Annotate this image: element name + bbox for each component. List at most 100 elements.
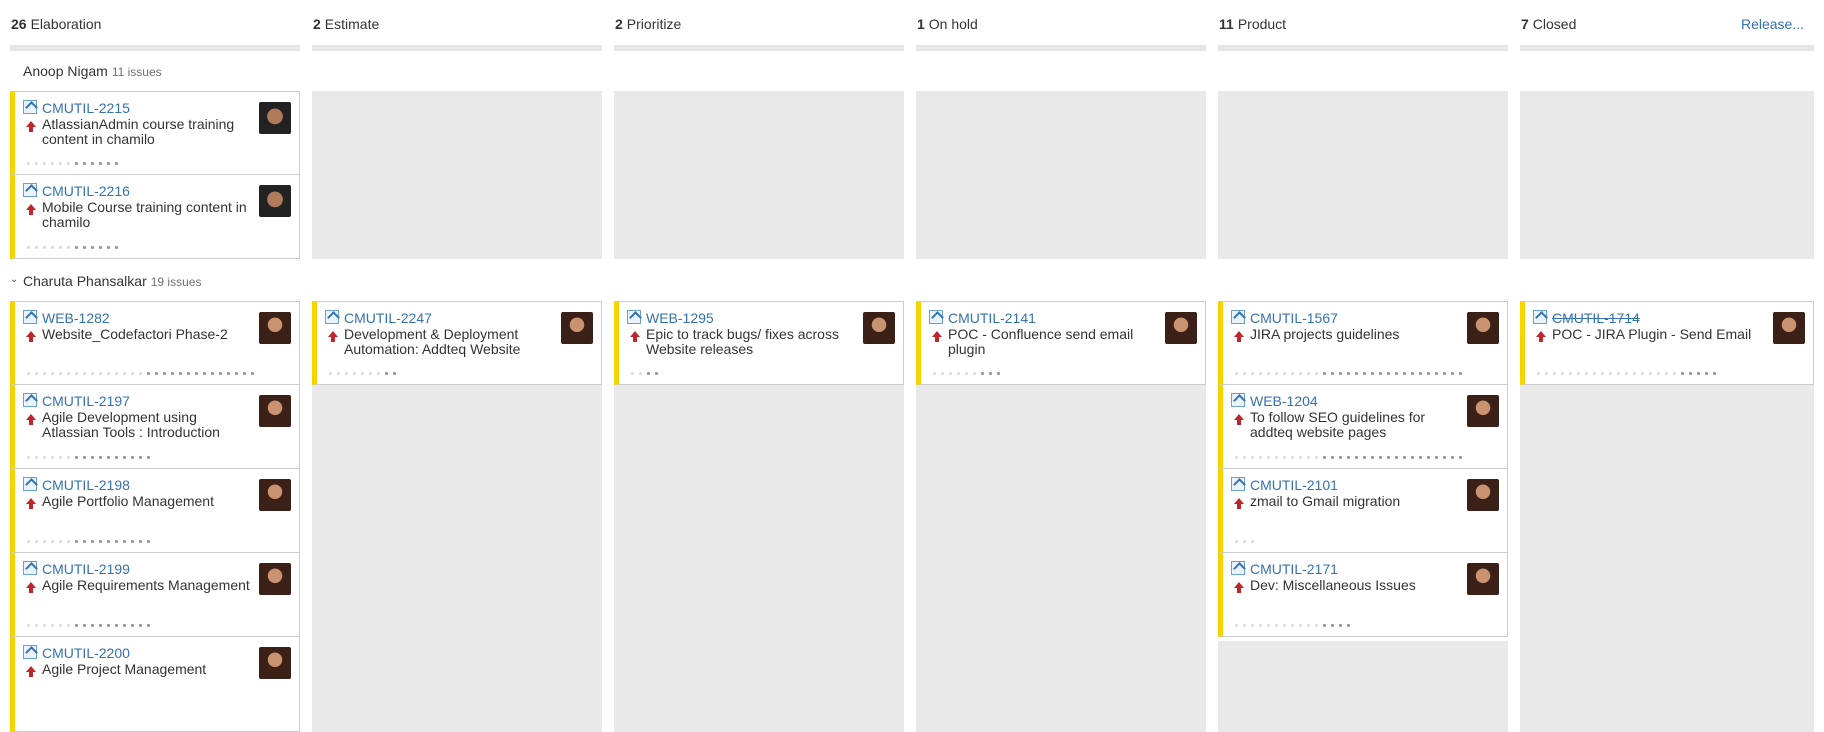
issue-card[interactable]: WEB-1282 Website_Codefactori Phase-2	[10, 301, 300, 385]
avatar[interactable]	[1467, 312, 1499, 344]
days-in-column-dots	[27, 540, 150, 544]
story-icon	[23, 100, 37, 114]
avatar[interactable]	[259, 395, 291, 427]
issue-card[interactable]: CMUTIL-1567 JIRA projects guidelines	[1218, 301, 1508, 385]
story-icon	[23, 310, 37, 324]
avatar[interactable]	[1773, 312, 1805, 344]
column-count: 2	[313, 16, 321, 32]
chevron-down-icon[interactable]: ⌄	[10, 274, 18, 285]
issue-summary: Dev: Miscellaneous Issues	[1250, 577, 1416, 593]
priority-up-icon	[26, 666, 36, 677]
priority-up-icon	[1234, 414, 1244, 425]
days-in-column-dots	[933, 372, 1000, 376]
priority-up-icon	[932, 331, 942, 342]
issue-card[interactable]: CMUTIL-2200 Agile Project Management	[10, 637, 300, 732]
days-in-column-dots	[27, 162, 118, 166]
avatar[interactable]	[259, 647, 291, 679]
column-name: Estimate	[324, 16, 380, 32]
avatar[interactable]	[259, 563, 291, 595]
issue-summary: AtlassianAdmin course training content i…	[42, 116, 235, 147]
story-icon	[23, 561, 37, 575]
issue-card[interactable]: CMUTIL-2141 POC - Confluence send email …	[916, 301, 1206, 385]
days-in-column-dots	[27, 246, 118, 250]
avatar[interactable]	[1467, 563, 1499, 595]
issue-key[interactable]: CMUTIL-2171	[1250, 561, 1338, 577]
column-closed: 7 Closed Release...	[1520, 0, 1814, 52]
column-fill-closed	[1520, 385, 1814, 732]
avatar[interactable]	[561, 312, 593, 344]
issue-key[interactable]: CMUTIL-2216	[42, 183, 130, 199]
empty-cell-product	[1218, 91, 1508, 259]
days-in-column-dots	[1235, 372, 1462, 376]
days-in-column-dots	[1235, 624, 1350, 628]
issue-key[interactable]: CMUTIL-2141	[948, 310, 1036, 326]
column-count: 2	[615, 16, 623, 32]
column-fill-product	[1218, 641, 1508, 732]
column-name: Product	[1237, 16, 1287, 32]
issue-card[interactable]: CMUTIL-2101 zmail to Gmail migration	[1218, 469, 1508, 553]
swimlane-name: Charuta Phansalkar	[23, 273, 147, 289]
swimlane-header-charuta-phansalkar[interactable]: ⌄ Charuta Phansalkar 19 issues	[10, 273, 201, 289]
issue-key[interactable]: WEB-1295	[646, 310, 714, 326]
issue-card[interactable]: CMUTIL-2216 Mobile Course training conte…	[10, 175, 300, 259]
empty-cell-on-hold	[916, 91, 1206, 259]
issue-key[interactable]: CMUTIL-2247	[344, 310, 432, 326]
column-product: 11 Product	[1218, 0, 1508, 52]
issue-card[interactable]: CMUTIL-2215 AtlassianAdmin course traini…	[10, 91, 300, 175]
column-bar	[312, 45, 602, 51]
release-link[interactable]: Release...	[1741, 16, 1804, 32]
story-icon	[929, 310, 943, 324]
swimlane-header-anoop-nigam[interactable]: Anoop Nigam 11 issues	[23, 63, 162, 79]
swimlane-issue-count: 19 issues	[150, 275, 202, 289]
issue-summary: POC - Confluence send email plugin	[948, 326, 1134, 357]
issue-card[interactable]: CMUTIL-1714 POC - JIRA Plugin - Send Ema…	[1520, 301, 1814, 385]
priority-up-icon	[26, 582, 36, 593]
story-icon	[23, 183, 37, 197]
avatar[interactable]	[1467, 395, 1499, 427]
days-in-column-dots	[329, 372, 396, 376]
story-icon	[1231, 561, 1245, 575]
issue-key[interactable]: CMUTIL-2200	[42, 645, 130, 661]
priority-up-icon	[328, 331, 338, 342]
avatar[interactable]	[259, 102, 291, 134]
days-in-column-dots	[1537, 372, 1716, 376]
priority-up-icon	[1536, 331, 1546, 342]
issue-card[interactable]: CMUTIL-2199 Agile Requirements Managemen…	[10, 553, 300, 637]
avatar[interactable]	[1467, 479, 1499, 511]
column-fill-prioritize	[614, 385, 904, 732]
column-count: 26	[11, 16, 27, 32]
issue-key[interactable]: CMUTIL-2198	[42, 477, 130, 493]
days-in-column-dots	[1235, 456, 1462, 460]
issue-card[interactable]: CMUTIL-2198 Agile Portfolio Management	[10, 469, 300, 553]
column-prioritize: 2 Prioritize	[614, 0, 904, 52]
avatar[interactable]	[863, 312, 895, 344]
issue-key[interactable]: CMUTIL-1714	[1552, 310, 1640, 326]
issue-key[interactable]: CMUTIL-2197	[42, 393, 130, 409]
story-icon	[1231, 477, 1245, 491]
column-headers: 26 Elaboration 2 Estimate 2 Prioritize 1 On …	[0, 0, 1824, 52]
story-icon	[1231, 393, 1245, 407]
column-elaboration: 26 Elaboration	[10, 0, 300, 52]
issue-card[interactable]: CMUTIL-2247 Development & Deployment Aut…	[312, 301, 602, 385]
avatar[interactable]	[1165, 312, 1197, 344]
column-count: 1	[917, 16, 925, 32]
avatar[interactable]	[259, 479, 291, 511]
issue-card[interactable]: WEB-1295 Epic to track bugs/ fixes acros…	[614, 301, 904, 385]
issue-card[interactable]: CMUTIL-2171 Dev: Miscellaneous Issues	[1218, 553, 1508, 637]
avatar[interactable]	[259, 185, 291, 217]
issue-key[interactable]: CMUTIL-2199	[42, 561, 130, 577]
issue-key[interactable]: CMUTIL-1567	[1250, 310, 1338, 326]
avatar[interactable]	[259, 312, 291, 344]
issue-summary: Development & Deployment Automation: Add…	[344, 326, 521, 357]
column-count: 7	[1521, 16, 1529, 32]
empty-cell-prioritize	[614, 91, 904, 259]
issue-key[interactable]: CMUTIL-2215	[42, 100, 130, 116]
issue-card[interactable]: CMUTIL-2197 Agile Development using Atla…	[10, 385, 300, 469]
issue-key[interactable]: WEB-1282	[42, 310, 110, 326]
days-in-column-dots	[1235, 540, 1254, 544]
issue-key[interactable]: CMUTIL-2101	[1250, 477, 1338, 493]
empty-cell-closed	[1520, 91, 1814, 259]
swimlane-issue-count: 11 issues	[111, 65, 162, 79]
issue-key[interactable]: WEB-1204	[1250, 393, 1318, 409]
issue-card[interactable]: WEB-1204 To follow SEO guidelines for ad…	[1218, 385, 1508, 469]
